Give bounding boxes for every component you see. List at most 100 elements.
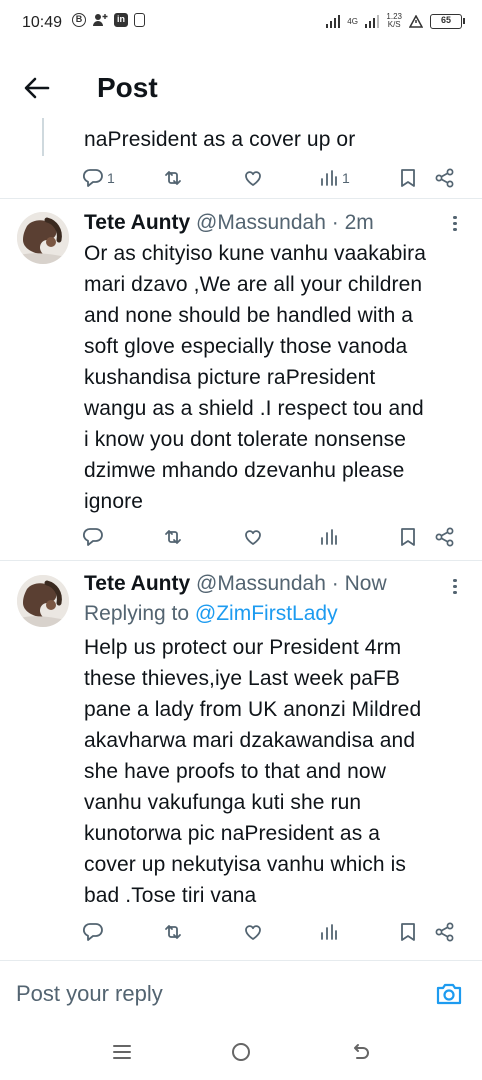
reply-button[interactable]: [82, 522, 104, 552]
author-handle[interactable]: @Massundah: [196, 572, 326, 595]
more-options-button[interactable]: [448, 213, 462, 235]
bookmark-button[interactable]: [398, 522, 418, 552]
tweet-text: Or as chityiso kune vanhu vaakabira mari…: [84, 238, 469, 517]
comment-icon: [82, 528, 103, 546]
share-button[interactable]: [434, 522, 456, 552]
views-button[interactable]: 1: [319, 163, 350, 193]
views-button[interactable]: [319, 917, 339, 947]
avatar-image: [17, 212, 69, 264]
like-button[interactable]: [242, 917, 264, 947]
signal-icon: [325, 14, 341, 28]
bookmark-button[interactable]: [398, 917, 418, 947]
tweet-text: naPresident as a cover up or: [84, 128, 356, 151]
sim-card-icon: [134, 13, 145, 27]
separator-dot: ·: [331, 572, 339, 595]
repost-icon: [165, 925, 181, 939]
home-button[interactable]: [229, 1040, 253, 1064]
comment-icon: [82, 169, 103, 187]
tweet-text-line: cover up nekutyisa vanhu which is: [84, 853, 406, 876]
divider: [0, 560, 482, 561]
repost-icon: [165, 530, 181, 544]
tweet-text-line: i know you dont tolerate nonsense: [84, 428, 407, 451]
like-button[interactable]: [242, 522, 264, 552]
repost-button[interactable]: [162, 522, 184, 552]
replying-to-handle[interactable]: @ZimFirstLady: [195, 602, 338, 625]
post-time[interactable]: Now: [345, 572, 387, 595]
bookmark-button[interactable]: [398, 163, 418, 193]
tweet-text-line: dzimwe mhando dzevanhu please: [84, 459, 405, 482]
tweet-text-line: bad .Tose tiri vana: [84, 884, 257, 907]
post-time[interactable]: 2m: [345, 211, 374, 234]
replying-to: Replying to @ZimFirstLady: [84, 601, 338, 627]
back-nav-button[interactable]: [350, 1040, 374, 1064]
tweet-actions: [82, 522, 460, 552]
thread-connector-line: [42, 118, 44, 156]
tweet-text: Help us protect our President 4rm these …: [84, 632, 469, 911]
separator-dot: ·: [331, 211, 339, 234]
avatar[interactable]: [17, 212, 69, 264]
author-handle[interactable]: @Massundah: [196, 211, 326, 234]
reply-count: 1: [107, 170, 115, 186]
author-name[interactable]: Tete Aunty: [84, 572, 190, 595]
tweet-text-line: akavharwa mari dzakawandisa and: [84, 729, 416, 752]
tweet-header: Tete Aunty @Massundah · 2m: [84, 210, 374, 236]
divider: [0, 198, 482, 199]
tweet-text-line: vanhu vakufunga kuti she run: [84, 791, 362, 814]
network-speed-unit: K/S: [387, 20, 401, 29]
linkedin-icon: in: [114, 13, 128, 27]
reply-composer: Post your reply: [0, 960, 482, 1026]
system-navigation-bar: [0, 1020, 482, 1080]
bookmark-icon: [401, 923, 415, 941]
repost-button[interactable]: [162, 917, 184, 947]
share-icon: [435, 527, 454, 547]
analytics-icon: [321, 170, 337, 186]
tweet-text-line: kushandisa picture raPresident: [84, 366, 376, 389]
tweet-text-line: ignore: [84, 490, 143, 513]
b-circle-icon: B: [72, 13, 86, 27]
status-system-icons: 4G 1.23 K/S 65: [325, 13, 465, 29]
tweet-text-line: these thieves,iye Last week paFB: [84, 667, 401, 690]
share-icon: [435, 168, 454, 188]
heart-icon: [245, 530, 261, 545]
camera-button[interactable]: [434, 979, 464, 1009]
more-vertical-icon: [448, 578, 462, 594]
reply-button[interactable]: 1: [82, 163, 115, 193]
tweet-text-line: Help us protect our President 4rm: [84, 636, 402, 659]
signal-2-icon: [364, 14, 380, 28]
view-count: 1: [342, 170, 350, 186]
battery-indicator: 65: [430, 13, 465, 29]
person-plus-icon: [92, 13, 108, 27]
top-app-bar: Post: [0, 60, 482, 118]
more-options-button[interactable]: [448, 576, 462, 598]
tweet-text-line: wangu as a shield .I respect tou and: [84, 397, 424, 420]
replying-to-label: Replying to: [84, 602, 190, 625]
author-name[interactable]: Tete Aunty: [84, 211, 190, 234]
tweet-text-line: she have proofs to that and now: [84, 760, 386, 783]
share-button[interactable]: [434, 917, 456, 947]
tweet-text-line: soft glove especially those vanoda: [84, 335, 408, 358]
reply-input[interactable]: Post your reply: [16, 981, 163, 1007]
bookmark-icon: [401, 528, 415, 546]
heart-icon: [245, 925, 261, 940]
heart-icon: [245, 171, 261, 186]
menu-icon: [113, 1045, 131, 1059]
analytics-icon: [321, 529, 337, 545]
tweet-text-line: Or as chityiso kune vanhu vaakabira: [84, 242, 427, 265]
tweet-text-line: mari dzavo ,We are all your children: [84, 273, 423, 296]
camera-icon: [436, 983, 462, 1005]
status-bar: 10:49 B in 4G 1.23 K/S 65: [0, 0, 482, 52]
network-type: 4G: [347, 16, 358, 26]
tweet-actions: 1 1: [82, 163, 460, 193]
tweet-text-line: pane a lady from UK anonzi Mildred: [84, 698, 422, 721]
comment-icon: [82, 923, 103, 941]
avatar[interactable]: [17, 575, 69, 627]
back-button[interactable]: [18, 68, 58, 108]
repost-button[interactable]: [162, 163, 184, 193]
views-button[interactable]: [319, 522, 339, 552]
status-notification-icons: B in: [72, 13, 145, 27]
reply-button[interactable]: [82, 917, 104, 947]
recent-apps-button[interactable]: [110, 1040, 134, 1064]
avatar-image: [17, 575, 69, 627]
share-button[interactable]: [434, 163, 456, 193]
like-button[interactable]: [242, 163, 264, 193]
